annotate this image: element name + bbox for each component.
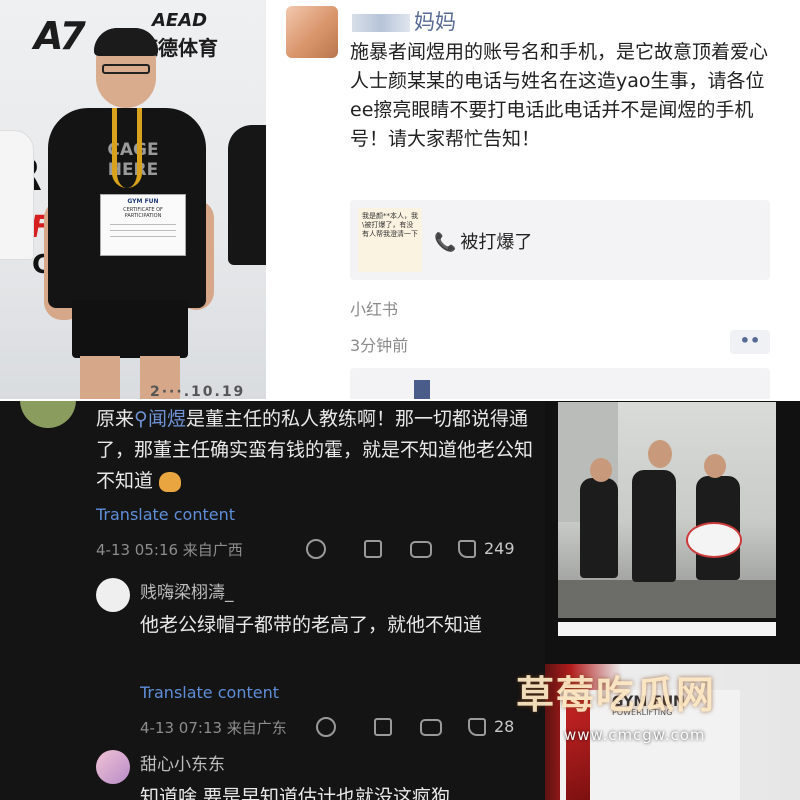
shared-link-title-text: 被打爆了 bbox=[460, 232, 533, 253]
brand-mark-icon: A7 bbox=[34, 14, 86, 58]
gym-person-head bbox=[590, 458, 612, 482]
gym-person bbox=[632, 470, 676, 582]
brand-logo-sub: AEAD bbox=[152, 10, 208, 31]
like-icon[interactable] bbox=[468, 718, 486, 736]
like-icon[interactable] bbox=[458, 540, 476, 558]
athlete-shorts bbox=[72, 300, 188, 358]
shared-link-card[interactable]: 我是颜**本人，我\被打爆了，有没有人帮我澄清一下 📞 被打爆了 bbox=[350, 200, 770, 280]
watermark-title: 草莓吃瓜网 bbox=[516, 673, 717, 717]
glasses-icon bbox=[102, 64, 150, 74]
post-author-name[interactable]: 妈妈 bbox=[352, 6, 456, 36]
more-actions-button[interactable]: •• bbox=[730, 330, 770, 354]
side-person-left bbox=[0, 130, 34, 260]
certificate-title: GYM FUN bbox=[127, 198, 159, 205]
comment-text: 原来⚲闻煜是董主任的私人教练啊！那一切都说得通了，那董主任确实蛮有钱的霍，就是不… bbox=[96, 404, 536, 497]
shared-link-title: 📞 被打爆了 bbox=[434, 228, 532, 254]
blurred-name bbox=[352, 14, 410, 32]
gym-person-head bbox=[704, 454, 726, 478]
certificate-line bbox=[110, 230, 176, 231]
weight-plate bbox=[686, 522, 742, 558]
athlete-photo: R LIFTI CH A7 AEAD 康德体育 CAGE HERE GYM FU… bbox=[0, 0, 268, 400]
blurred-name bbox=[414, 380, 430, 400]
comment-text-prefix: 原来 bbox=[96, 408, 135, 430]
share-icon[interactable] bbox=[364, 540, 382, 558]
certificate-line bbox=[110, 236, 176, 237]
share-icon[interactable] bbox=[374, 718, 392, 736]
gym-floor bbox=[558, 580, 776, 618]
athlete-hair-top bbox=[94, 28, 158, 56]
divider bbox=[0, 399, 800, 401]
translate-button[interactable]: Translate content bbox=[140, 683, 279, 702]
search-term: 闻煜 bbox=[147, 408, 186, 430]
like-count: 28 bbox=[494, 717, 515, 736]
side-person-right bbox=[228, 125, 268, 265]
certificate-subtitle: CERTIFICATE OF PARTICIPATION bbox=[123, 207, 163, 219]
comment-author[interactable]: 贱嗨梁栩濤_ bbox=[140, 578, 234, 603]
reply-icon[interactable] bbox=[410, 541, 432, 558]
author-suffix: 妈妈 bbox=[414, 10, 456, 34]
avatar[interactable] bbox=[286, 6, 338, 58]
comment-meta: 4-13 07:13 来自广东 bbox=[140, 719, 287, 737]
certificate: GYM FUN CERTIFICATE OF PARTICIPATION bbox=[100, 194, 186, 256]
search-icon: ⚲ bbox=[134, 408, 148, 430]
gym-person-head bbox=[648, 440, 672, 468]
doge-emoji-icon bbox=[159, 471, 182, 492]
comment-text: 知道啥 要是早知道估计也就没这疯狗 bbox=[140, 786, 451, 800]
post-body-text: 施暴者闻煜用的账号名和手机，是它故意顶着爱心人士颜某某的电话与姓名在这造yao生… bbox=[350, 41, 769, 150]
reply-icon[interactable] bbox=[420, 719, 442, 736]
gym-person bbox=[580, 478, 618, 578]
comment-area bbox=[350, 368, 770, 400]
avatar[interactable] bbox=[96, 578, 130, 612]
translate-button[interactable]: Translate content bbox=[96, 505, 235, 524]
divider bbox=[266, 0, 268, 400]
post-timestamp: 3分钟前 bbox=[350, 336, 409, 355]
photo-action-strip bbox=[558, 622, 776, 636]
post-source[interactable]: 小红书 bbox=[350, 296, 398, 320]
shared-link-thumbnail: 我是颜**本人，我\被打爆了，有没有人帮我澄清一下 bbox=[358, 208, 422, 272]
like-count: 249 bbox=[484, 539, 515, 558]
certificate-line bbox=[110, 224, 176, 225]
comment-meta: 4-13 05:16 来自广西 bbox=[96, 541, 243, 559]
watermark-url: www.cmcgw.com bbox=[564, 726, 706, 744]
comment-text: 他老公绿帽子都带的老高了，就他不知道 bbox=[140, 614, 483, 636]
comment-author[interactable]: 甜心小东东 bbox=[140, 750, 225, 775]
search-link[interactable]: ⚲闻煜 bbox=[134, 408, 186, 430]
phone-icon: 📞 bbox=[434, 232, 457, 253]
dislike-icon[interactable] bbox=[306, 539, 326, 559]
dislike-icon[interactable] bbox=[316, 717, 336, 737]
avatar[interactable] bbox=[96, 750, 130, 784]
leg-left bbox=[80, 356, 120, 400]
event-date: 2···.10.19 bbox=[150, 384, 246, 400]
lanyard bbox=[112, 108, 142, 188]
